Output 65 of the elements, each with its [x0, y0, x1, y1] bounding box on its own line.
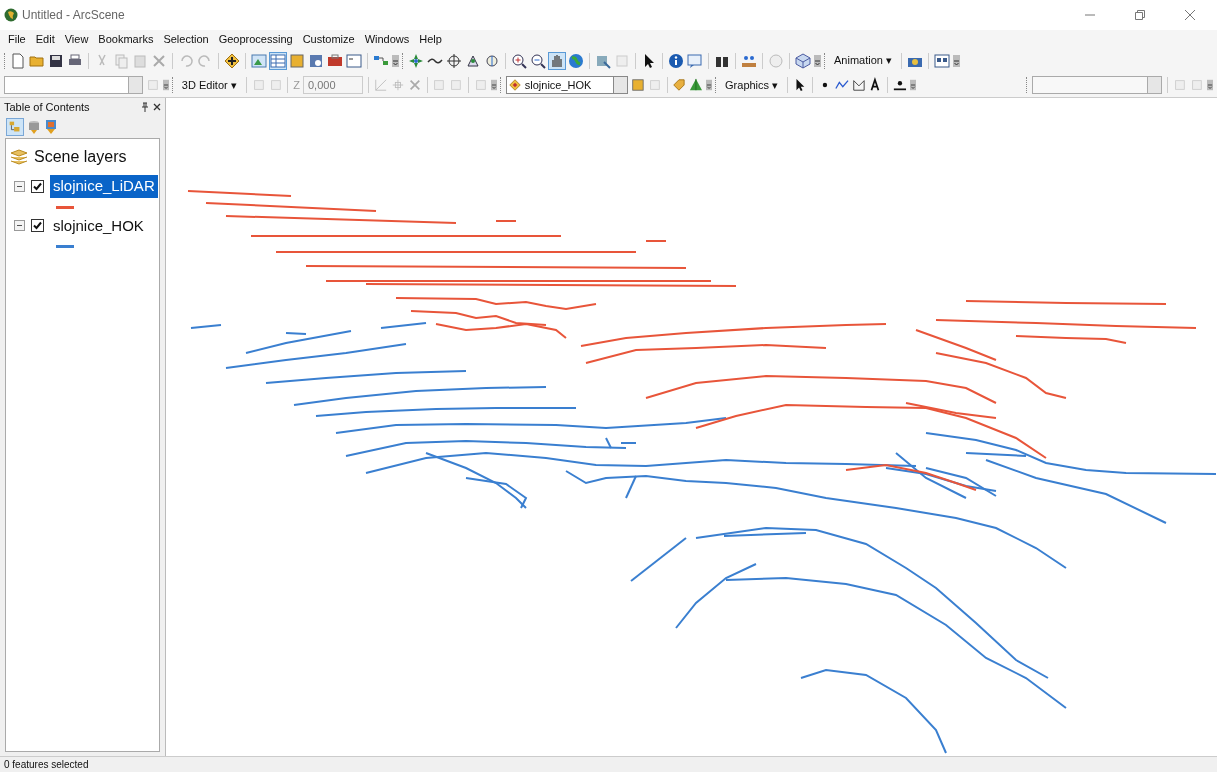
menu-item[interactable]: Geoprocessing [218, 30, 293, 48]
toolbar-overflow-icon[interactable] [163, 79, 170, 91]
add-data-icon[interactable] [224, 52, 240, 69]
close-icon[interactable] [153, 103, 161, 111]
scene-layers-label: Scene layers [34, 147, 127, 167]
menu-item[interactable]: File [8, 30, 26, 48]
polygon-icon[interactable] [851, 77, 866, 93]
app-globe-icon [4, 8, 18, 22]
menu-item[interactable]: View [64, 30, 89, 48]
z-value-field[interactable]: 0,000 [303, 76, 363, 94]
info-icon[interactable] [668, 52, 684, 69]
layer-dropdown[interactable]: slojnice_HOK [505, 76, 628, 94]
label-icon[interactable] [672, 77, 687, 93]
layer-icon [508, 79, 521, 91]
new-document-icon[interactable] [10, 52, 26, 69]
pyramid-icon[interactable] [689, 77, 704, 93]
restore-icon[interactable] [1135, 10, 1145, 20]
menu-item[interactable]: Help [419, 30, 442, 48]
command-window-icon[interactable] [346, 52, 362, 69]
toolbox-icon[interactable] [327, 52, 343, 69]
menu-item[interactable]: Bookmarks [98, 30, 154, 48]
save-icon[interactable] [48, 52, 64, 69]
delete-icon[interactable] [407, 77, 422, 93]
menu-item[interactable]: Selection [163, 30, 209, 48]
zoom-in-icon[interactable] [511, 52, 527, 69]
table-icon[interactable] [270, 52, 286, 69]
toolbar-overflow-icon[interactable] [1207, 79, 1214, 91]
animation-menu[interactable]: Animation ▾ [830, 52, 896, 69]
combo-box[interactable] [4, 76, 144, 94]
combo-box[interactable] [1032, 76, 1163, 94]
window-title: Untitled - ArcScene [22, 7, 125, 24]
crosshair-icon[interactable] [446, 52, 462, 69]
graphics-menu[interactable]: Graphics ▾ [721, 76, 783, 94]
z-label: Z [293, 77, 300, 93]
layers-icon [9, 148, 29, 166]
menu-item[interactable]: Customize [302, 30, 355, 48]
toolbar-overflow-icon[interactable] [490, 79, 498, 91]
pin-icon[interactable] [141, 102, 149, 112]
editor-menu[interactable]: 3D Editor ▾ [177, 76, 241, 94]
layer-checkbox[interactable] [31, 179, 44, 193]
toolbar-overflow-icon[interactable] [910, 79, 917, 91]
menu-item[interactable]: Windows [364, 30, 410, 48]
toolbar-overflow-icon[interactable] [392, 54, 399, 67]
toolbar-overflow-icon[interactable] [814, 54, 821, 67]
select-arrow-icon[interactable] [793, 77, 807, 93]
database-icon[interactable] [28, 119, 40, 135]
panel-title: Table of Contents [4, 99, 91, 115]
toolbar-overflow-icon[interactable] [953, 54, 960, 67]
cube-icon[interactable] [795, 52, 811, 69]
picture-window-icon[interactable] [251, 52, 267, 69]
collapse-icon[interactable] [14, 220, 25, 232]
collapse-icon[interactable] [14, 180, 25, 192]
layer-checkbox[interactable] [31, 219, 44, 233]
delete-icon[interactable] [151, 52, 167, 69]
navigate-icon[interactable] [408, 52, 424, 69]
html-popup-icon[interactable] [687, 52, 703, 69]
layer-name[interactable]: slojnice_HOK [50, 214, 147, 237]
zoom-out-icon[interactable] [530, 52, 546, 69]
layer-name[interactable]: slojnice_LiDAR [50, 175, 158, 198]
menu-item[interactable]: Edit [35, 30, 55, 48]
status-text: 0 features selected [4, 758, 89, 772]
viewer-window-icon[interactable] [934, 52, 950, 69]
toolbar-overflow-icon[interactable] [706, 79, 713, 91]
list-by-drawing-order-icon[interactable] [6, 118, 24, 136]
globe-icon[interactable] [568, 52, 584, 69]
